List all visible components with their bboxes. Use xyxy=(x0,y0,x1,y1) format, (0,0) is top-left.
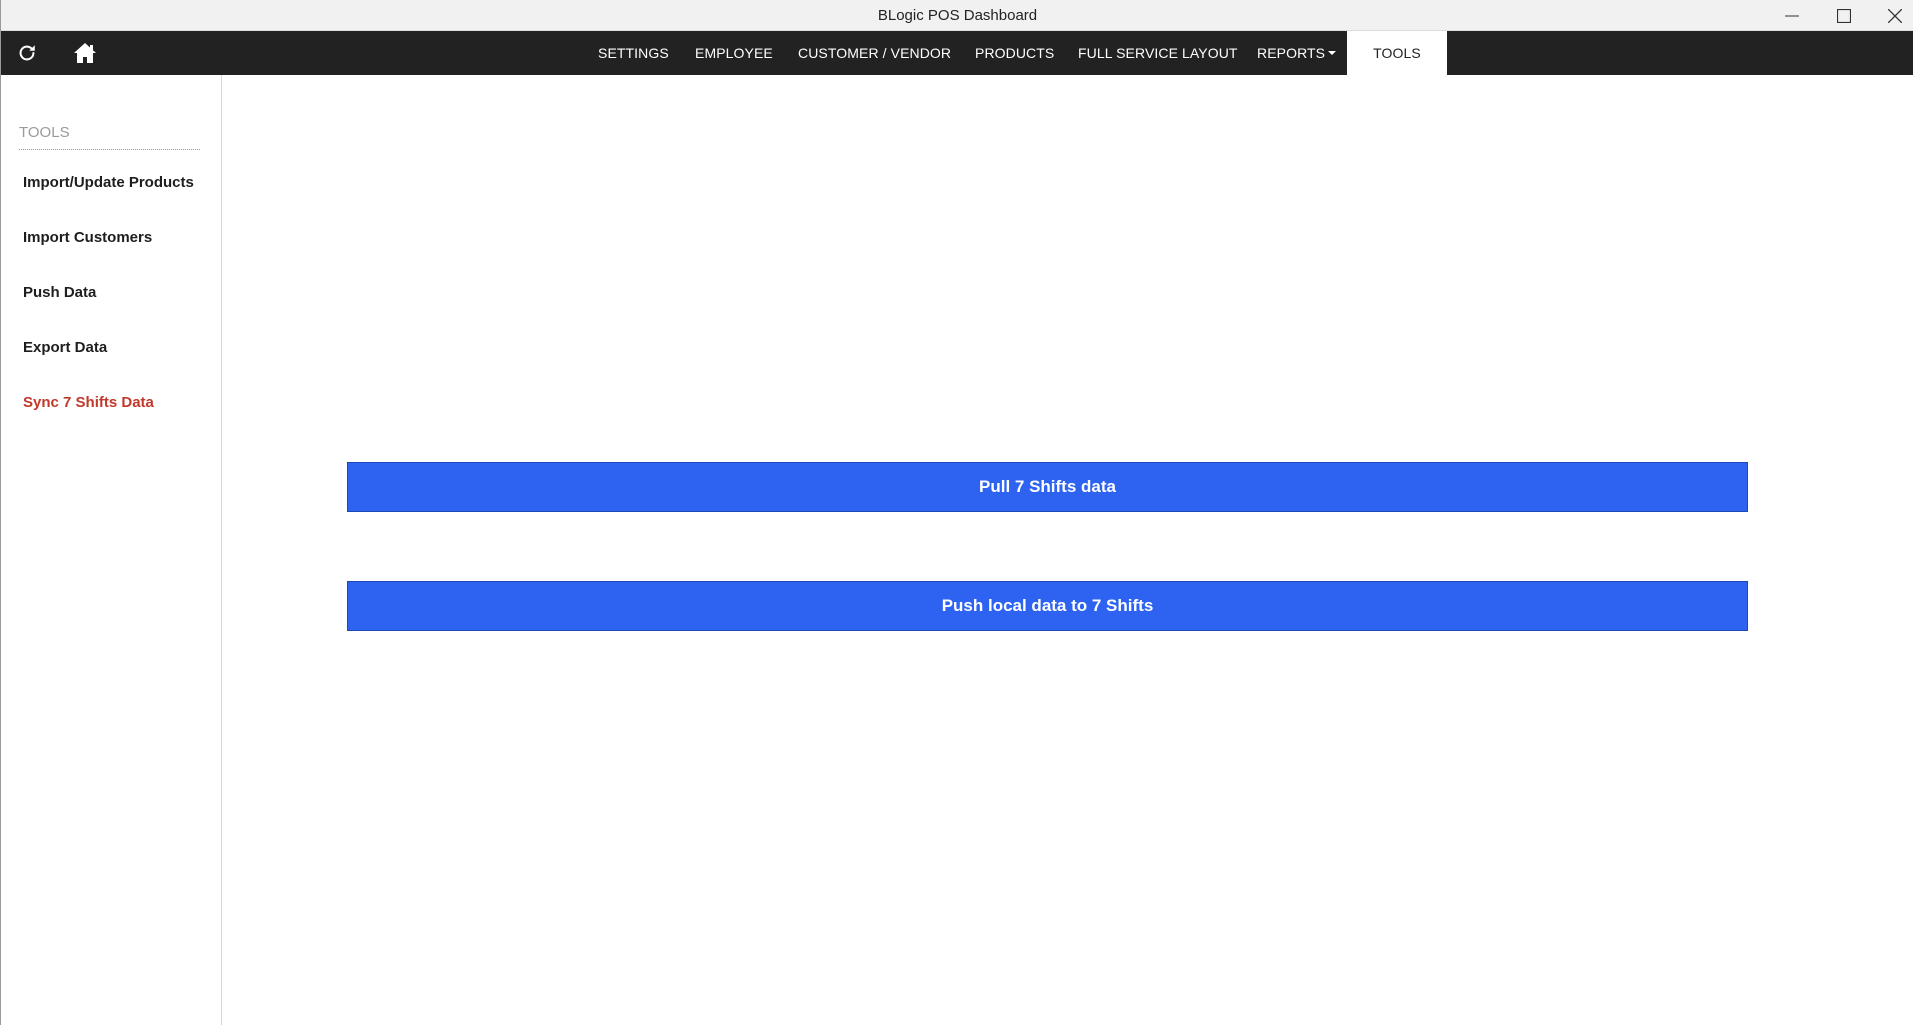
window-title: BLogic POS Dashboard xyxy=(877,7,1038,24)
push-local-data-button[interactable]: Push local data to 7 Shifts xyxy=(347,581,1748,631)
sidebar-item-export-data[interactable]: Export Data xyxy=(23,339,107,356)
sidebar: TOOLS Import/Update Products Import Cust… xyxy=(1,75,222,1025)
minimize-icon xyxy=(1785,15,1799,16)
title-bar: BLogic POS Dashboard xyxy=(1,0,1913,31)
top-nav-bar: SETTINGS EMPLOYEE CUSTOMER / VENDOR PROD… xyxy=(1,31,1913,75)
app-window: BLogic POS Dashboard SETTINGS EMPLOYEE C… xyxy=(0,0,1913,1025)
nav-products[interactable]: PRODUCTS xyxy=(975,31,1054,75)
nav-settings[interactable]: SETTINGS xyxy=(598,31,669,75)
home-button[interactable] xyxy=(63,31,107,75)
maximize-button[interactable] xyxy=(1816,0,1872,31)
sidebar-item-import-update-products[interactable]: Import/Update Products xyxy=(23,174,194,191)
refresh-button[interactable] xyxy=(5,31,49,75)
sidebar-item-push-data[interactable]: Push Data xyxy=(23,284,96,301)
nav-full-service-layout[interactable]: FULL SERVICE LAYOUT xyxy=(1078,31,1238,75)
nav-employee[interactable]: EMPLOYEE xyxy=(695,31,773,75)
close-icon xyxy=(1888,8,1902,23)
caret-down-icon[interactable] xyxy=(1328,51,1336,55)
main-content: Pull 7 Shifts data Push local data to 7 … xyxy=(222,75,1913,1025)
minimize-button[interactable] xyxy=(1764,0,1820,31)
refresh-icon xyxy=(19,45,35,61)
nav-reports[interactable]: REPORTS xyxy=(1257,31,1325,75)
sidebar-heading: TOOLS xyxy=(19,124,200,150)
sidebar-item-sync-7-shifts-data[interactable]: Sync 7 Shifts Data xyxy=(23,394,154,411)
pull-7-shifts-data-button[interactable]: Pull 7 Shifts data xyxy=(347,462,1748,512)
maximize-icon xyxy=(1837,8,1851,23)
home-icon xyxy=(74,43,96,63)
sidebar-item-import-customers[interactable]: Import Customers xyxy=(23,229,152,246)
close-button[interactable] xyxy=(1867,0,1913,31)
nav-tools[interactable]: TOOLS xyxy=(1347,31,1447,75)
nav-customer-vendor[interactable]: CUSTOMER / VENDOR xyxy=(798,31,951,75)
